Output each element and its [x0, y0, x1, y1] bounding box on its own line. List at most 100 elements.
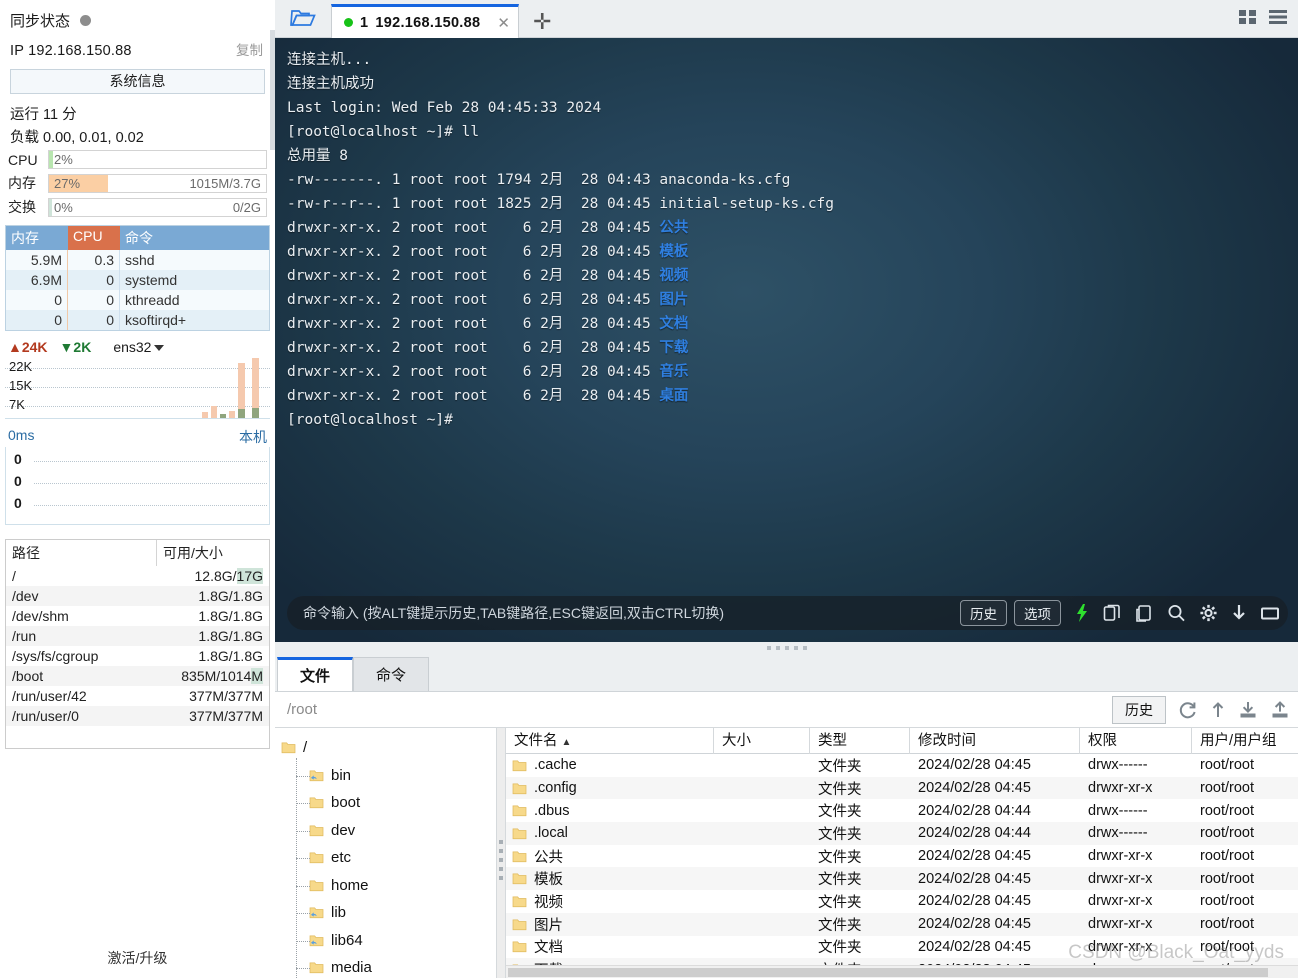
process-row[interactable]: 0 0 kthreadd: [6, 290, 269, 310]
file-col-header-0[interactable]: 文件名 ▲: [506, 728, 714, 754]
tree-node-dev[interactable]: dev: [279, 817, 496, 845]
download-arrow-icon[interactable]: [1231, 603, 1247, 623]
tree-node-boot[interactable]: boot: [279, 789, 496, 817]
col-header-mem[interactable]: 内存: [6, 226, 68, 250]
file-panel-tab-1[interactable]: 命令: [353, 657, 430, 691]
latency-host-label[interactable]: 本机: [239, 427, 267, 447]
scrollbar-thumb[interactable]: [508, 968, 1268, 977]
file-col-header-3[interactable]: 修改时间: [910, 728, 1080, 754]
tree-node-label: boot: [331, 794, 361, 812]
refresh-icon[interactable]: [1178, 700, 1198, 720]
paste-icon[interactable]: [1135, 603, 1154, 623]
file-perm-cell: drwxr-xr-x: [1088, 938, 1153, 955]
disk-row[interactable]: /boot 835M/1014M: [6, 666, 269, 686]
col-header-cmd[interactable]: 命令: [120, 226, 269, 250]
file-list-row[interactable]: .config 文件夹 2024/02/28 04:45 drwxr-xr-x root…: [506, 776, 1298, 800]
search-icon[interactable]: [1167, 603, 1186, 623]
file-list-row[interactable]: .dbus 文件夹 2024/02/28 04:44 drwx------ root/r…: [506, 799, 1298, 822]
file-panel-tab-0[interactable]: 文件: [277, 657, 354, 691]
vsplit-grip-dot: [499, 876, 503, 880]
copy-icon[interactable]: [1103, 603, 1122, 623]
meter-fill: [49, 151, 54, 168]
tree-node-lib64[interactable]: lib64: [279, 927, 496, 955]
latency-axis-label: 0: [14, 495, 22, 511]
disk-row[interactable]: /run 1.8G/1.8G: [6, 626, 269, 646]
tree-node-media[interactable]: media: [279, 954, 496, 978]
disk-avail: 12.8G/: [194, 568, 237, 584]
file-list-row[interactable]: 公共 文件夹 2024/02/28 04:45 drwxr-xr-x root/root: [506, 845, 1298, 868]
parent-directory-icon[interactable]: [1210, 700, 1226, 720]
file-col-header-5[interactable]: 用户/用户组: [1192, 728, 1298, 754]
meter-fill: [49, 198, 52, 216]
file-panel-body: / bin boot dev etc home lib lib64 media 文件名 ▲ 大小 类…: [275, 728, 1298, 978]
disk-row[interactable]: /sys/fs/cgroup 1.8G/1.8G: [6, 646, 269, 666]
command-input-bar[interactable]: 命令输入 (按ALT键提示历史,TAB键路径,ESC键返回,双击CTRL切换) …: [287, 596, 1288, 630]
file-perm-cell: drwx------: [1088, 825, 1148, 842]
terminal-tab-active[interactable]: 1 192.168.150.88 ✕: [331, 4, 519, 38]
tree-node-bin[interactable]: bin: [279, 762, 496, 790]
col-header-cpu[interactable]: CPU: [68, 226, 120, 250]
file-col-header-2[interactable]: 类型: [810, 728, 910, 754]
grid-layout-icon[interactable]: [1238, 8, 1258, 31]
terminal-output-area[interactable]: 连接主机... 连接主机成功 Last login: Wed Feb 28 04…: [275, 38, 1298, 642]
file-list-row[interactable]: .cache 文件夹 2024/02/28 04:45 drwx------ root/…: [506, 754, 1298, 777]
command-options-button[interactable]: 选项: [1014, 600, 1061, 626]
network-interface-selector[interactable]: ens32: [113, 339, 165, 355]
command-history-button[interactable]: 历史: [960, 600, 1007, 626]
sync-status-label: 同步状态: [10, 13, 71, 30]
file-manager-panel: 文件 命令 /root 历史 / bin boot dev etc home lib li: [275, 654, 1298, 978]
col-header-avail-size[interactable]: 可用/大小: [157, 540, 269, 566]
disk-row[interactable]: /run/user/42 377M/377M: [6, 686, 269, 706]
current-path-input[interactable]: /root: [287, 701, 1112, 718]
file-mtime-cell: 2024/02/28 04:45: [918, 893, 1031, 910]
disk-row[interactable]: /dev 1.8G/1.8G: [6, 586, 269, 606]
lightning-icon[interactable]: [1074, 603, 1090, 623]
horizontal-splitter[interactable]: [275, 642, 1298, 654]
vertical-splitter[interactable]: [497, 728, 506, 978]
file-list-horizontal-scrollbar[interactable]: [506, 965, 1298, 978]
close-tab-icon[interactable]: ✕: [497, 14, 510, 32]
window-toggle-icon[interactable]: [1260, 603, 1280, 623]
open-session-manager-button[interactable]: [275, 0, 331, 37]
process-row[interactable]: 6.9M 0 systemd: [6, 270, 269, 290]
process-row[interactable]: 5.9M 0.3 sshd: [6, 250, 269, 270]
file-type-cell: 文件夹: [818, 872, 862, 889]
file-list-row[interactable]: 视频 文件夹 2024/02/28 04:45 drwxr-xr-x root/root: [506, 890, 1298, 913]
new-tab-button[interactable]: ✛: [519, 11, 565, 37]
disk-row[interactable]: / 12.8G/17G: [6, 566, 269, 586]
file-name: .cache: [534, 757, 577, 774]
file-list-row[interactable]: .local 文件夹 2024/02/28 04:44 drwx------ root/…: [506, 822, 1298, 845]
download-file-icon[interactable]: [1238, 700, 1258, 720]
file-mtime-cell: 2024/02/28 04:44: [918, 802, 1031, 819]
file-list-row[interactable]: 文档 文件夹 2024/02/28 04:45 drwxr-xr-x root/root: [506, 936, 1298, 959]
upload-file-icon[interactable]: [1270, 700, 1290, 720]
process-row[interactable]: 0 0 ksoftirqd+: [6, 310, 269, 330]
disk-row[interactable]: /run/user/0 377M/377M: [6, 706, 269, 726]
system-info-button[interactable]: 系统信息: [10, 69, 265, 94]
net-axis-label: 7K: [9, 397, 25, 412]
menu-hamburger-icon[interactable]: [1268, 8, 1288, 31]
disk-path: /run: [12, 628, 37, 644]
tree-branch-line: [296, 830, 310, 832]
tree-node-lib[interactable]: lib: [279, 899, 496, 927]
folder-icon: [309, 880, 324, 891]
file-list-row[interactable]: 模板 文件夹 2024/02/28 04:45 drwxr-xr-x root/root: [506, 867, 1298, 891]
tree-node-home[interactable]: home: [279, 872, 496, 900]
path-history-button[interactable]: 历史: [1112, 695, 1166, 724]
sort-ascending-icon[interactable]: ▲: [562, 737, 572, 748]
tree-node-etc[interactable]: etc: [279, 844, 496, 872]
activate-upgrade-button[interactable]: 激活/升级: [0, 948, 275, 968]
directory-tree[interactable]: / bin boot dev etc home lib lib64 media: [275, 728, 497, 978]
meter-bar: 0% 0/2G: [48, 197, 267, 217]
disk-row[interactable]: /dev/shm 1.8G/1.8G: [6, 606, 269, 626]
gear-icon[interactable]: [1199, 603, 1218, 623]
col-header-path[interactable]: 路径: [6, 540, 157, 566]
meter-percent: 27%: [54, 175, 81, 191]
col-label: 大小: [722, 732, 751, 749]
tree-node-root[interactable]: /: [279, 734, 496, 762]
file-col-header-4[interactable]: 权限: [1080, 728, 1192, 754]
file-col-header-1[interactable]: 大小: [714, 728, 810, 754]
gridline: [5, 368, 270, 369]
file-list-row[interactable]: 图片 文件夹 2024/02/28 04:45 drwxr-xr-x root/root: [506, 912, 1298, 936]
copy-ip-button[interactable]: 复制: [236, 39, 263, 59]
